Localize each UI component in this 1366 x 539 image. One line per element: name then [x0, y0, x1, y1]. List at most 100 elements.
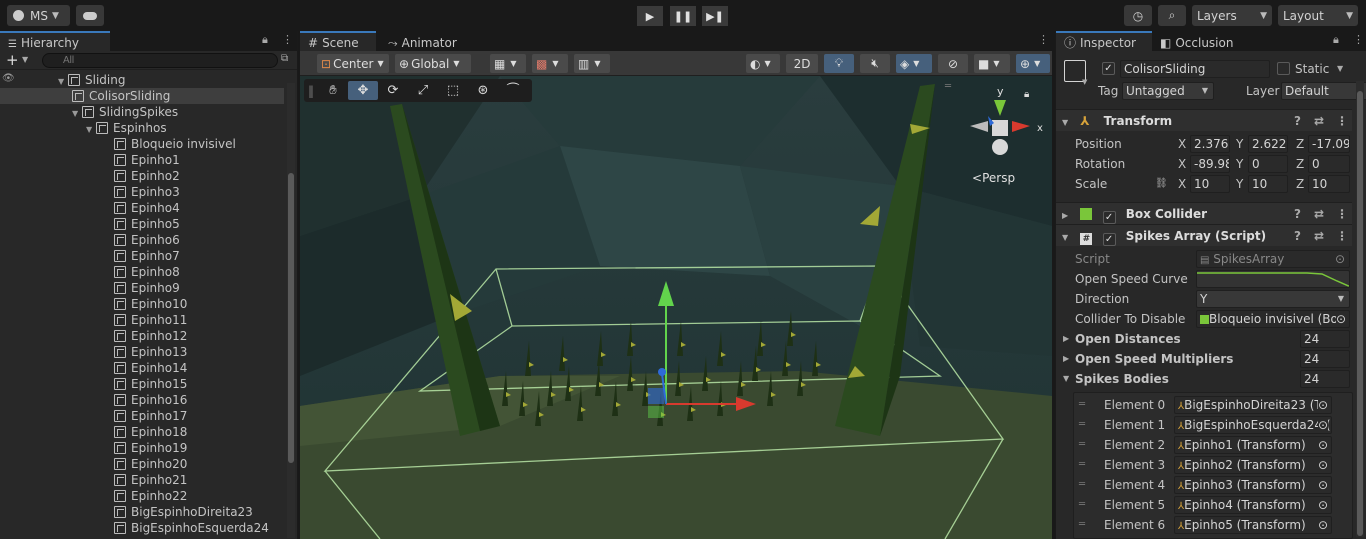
hierarchy-item[interactable]: Epinho6	[0, 232, 284, 248]
shading-dropdown[interactable]: ◐ ▼	[746, 54, 780, 73]
hierarchy-item[interactable]: Epinho2	[0, 168, 284, 184]
spikes-array-enabled-checkbox[interactable]: ✓	[1102, 233, 1116, 246]
box-collider-header[interactable]: ▶ ✓ Box Collider ? ⇄ ⋮	[1056, 202, 1352, 224]
lock-icon[interactable]: 🔒︎	[262, 33, 268, 47]
element-object-field[interactable]: ⅄BigEspinhoDireita23 (Tr ⊙	[1174, 396, 1332, 414]
grid-visibility-dropdown[interactable]: ▥ ▼	[574, 54, 610, 73]
spikes-bodies-row[interactable]: ▼ Spikes Bodies 24	[1056, 369, 1352, 389]
visibility-icon[interactable]: 👁︎	[2, 73, 15, 84]
object-picker-icon[interactable]: ⊙	[1317, 417, 1328, 433]
hierarchy-item[interactable]: ColisorSliding	[0, 88, 284, 104]
effects-dropdown[interactable]: ◈ ▼	[896, 54, 932, 73]
preset-icon[interactable]: ⇄	[1314, 225, 1324, 247]
rotation-z-field[interactable]: 0	[1308, 155, 1350, 173]
hierarchy-item[interactable]: Epinho7	[0, 248, 284, 264]
hierarchy-item[interactable]: Epinho17	[0, 408, 284, 424]
step-button[interactable]: ▶❚	[702, 6, 728, 26]
object-picker-icon[interactable]: ⊙	[1317, 437, 1328, 453]
help-icon[interactable]: ?	[1294, 225, 1301, 247]
account-dropdown[interactable]: MS ▼	[7, 5, 70, 26]
open-speed-curve-field[interactable]	[1196, 270, 1350, 288]
object-name-field[interactable]: ColisorSliding	[1120, 60, 1270, 78]
element-object-field[interactable]: ⅄BigEspinhoEsquerda24 (⊙	[1174, 416, 1332, 434]
scale-x-field[interactable]: 10	[1190, 175, 1230, 193]
tab-scene[interactable]: # Scene	[300, 31, 376, 51]
layer-dropdown[interactable]: Default▼	[1281, 82, 1366, 100]
kebab-menu-icon[interactable]: ⋮	[1038, 33, 1049, 46]
hierarchy-search-input[interactable]	[42, 53, 278, 68]
hierarchy-item[interactable]: Epinho8	[0, 264, 284, 280]
lighting-toggle[interactable]: 💡︎	[824, 54, 854, 73]
help-icon[interactable]: ?	[1294, 110, 1301, 132]
tab-animator[interactable]: ⤳ Animator	[380, 31, 470, 51]
reorder-handle-icon[interactable]: ═	[1079, 395, 1085, 415]
history-button[interactable]: ◷	[1124, 5, 1152, 26]
layout-dropdown[interactable]: Layout ▼	[1278, 5, 1358, 26]
kebab-menu-icon[interactable]: ═	[945, 81, 951, 92]
position-z-field[interactable]: -17.09	[1308, 135, 1350, 153]
element-object-field[interactable]: ⅄Epinho2 (Transform) ⊙	[1174, 456, 1332, 474]
element-object-field[interactable]: ⅄Epinho5 (Transform) ⊙	[1174, 516, 1332, 534]
space-dropdown[interactable]: ⊕ Global ▼	[395, 54, 471, 73]
drag-handle[interactable]: ‖	[308, 84, 314, 98]
tab-inspector[interactable]: ⓘ Inspector	[1056, 31, 1152, 51]
lock-icon[interactable]: 🔒︎	[1333, 33, 1339, 47]
hierarchy-item[interactable]: ▼ SlidingSpikes	[0, 104, 284, 120]
perspective-toggle[interactable]: <Persp	[972, 171, 1015, 185]
rotation-y-field[interactable]: 0	[1248, 155, 1288, 173]
kebab-menu-icon[interactable]: ⋮	[1353, 33, 1364, 46]
open-speed-multipliers-row[interactable]: ▶ Open Speed Multipliers 24	[1056, 349, 1352, 369]
tab-occlusion[interactable]: ◧ Occlusion	[1152, 31, 1252, 51]
hierarchy-scrollbar[interactable]	[287, 83, 295, 538]
move-tool-button[interactable]: ✥	[348, 81, 378, 100]
hierarchy-item[interactable]: Epinho18	[0, 424, 284, 440]
open-distances-size-field[interactable]: 24	[1300, 330, 1350, 348]
hierarchy-item[interactable]: Epinho16	[0, 392, 284, 408]
element-object-field[interactable]: ⅄Epinho4 (Transform) ⊙	[1174, 496, 1332, 514]
reorder-handle-icon[interactable]: ═	[1079, 435, 1085, 455]
static-checkbox[interactable]	[1277, 62, 1290, 75]
gizmos-dropdown[interactable]: ⊕ ▼	[1016, 54, 1050, 73]
hierarchy-item[interactable]: Epinho9	[0, 280, 284, 296]
toggle-2d-button[interactable]: 2D	[786, 54, 818, 73]
rect-tool-button[interactable]: ⬚	[438, 81, 468, 100]
hierarchy-item[interactable]: Epinho22	[0, 488, 284, 504]
object-picker-icon[interactable]: ⊙	[1335, 311, 1346, 327]
pivot-dropdown[interactable]: ⊡ Center ▼	[317, 54, 389, 73]
inspector-scrollbar[interactable]	[1356, 81, 1364, 537]
rotate-tool-button[interactable]: ⟳	[378, 81, 408, 100]
hierarchy-item[interactable]: Epinho3	[0, 184, 284, 200]
hierarchy-item[interactable]: Epinho1	[0, 152, 284, 168]
hierarchy-item[interactable]: BigEspinhoEsquerda24	[0, 520, 284, 536]
object-picker-icon[interactable]: ⊙	[1317, 517, 1328, 533]
layers-dropdown[interactable]: Layers ▼	[1192, 5, 1272, 26]
open-distances-row[interactable]: ▶ Open Distances 24	[1056, 329, 1352, 349]
transform-header[interactable]: ▼ ⅄ Transform ? ⇄ ⋮	[1056, 109, 1352, 131]
scale-y-field[interactable]: 10	[1248, 175, 1288, 193]
scale-tool-button[interactable]: ⤢	[408, 81, 438, 100]
custom-tool-button[interactable]: ⏜	[498, 81, 528, 100]
chevron-down-icon[interactable]: ▼	[1337, 64, 1343, 73]
element-object-field[interactable]: ⅄Epinho3 (Transform) ⊙	[1174, 476, 1332, 494]
tab-hierarchy[interactable]: ☰ Hierarchy	[0, 31, 110, 51]
rotation-x-field[interactable]: -89.98	[1190, 155, 1230, 173]
hierarchy-item[interactable]: Epinho19	[0, 440, 284, 456]
object-picker-icon[interactable]: ⊙	[1317, 477, 1328, 493]
preset-icon[interactable]: ⇄	[1314, 203, 1324, 225]
link-icon[interactable]: ⛓︎	[1155, 174, 1168, 194]
hierarchy-item[interactable]: Epinho5	[0, 216, 284, 232]
hierarchy-item[interactable]: BigEspinhoDireita23	[0, 504, 284, 520]
scene-viewport[interactable]: y x ‖ ✋︎ ✥ ⟳ ⤢ ⬚ ⊛ ⏜ 🔒︎ ═ <Persp	[300, 76, 1052, 539]
scrollbar-thumb[interactable]	[1357, 91, 1363, 536]
chevron-down-icon[interactable]: ▼	[22, 55, 28, 64]
object-picker-icon[interactable]: ⊙	[1317, 457, 1328, 473]
hierarchy-item[interactable]: Bloqueio invisivel	[0, 136, 284, 152]
position-x-field[interactable]: 2.3763	[1190, 135, 1230, 153]
hierarchy-item[interactable]: Epinho21	[0, 472, 284, 488]
hierarchy-item[interactable]: Epinho15	[0, 376, 284, 392]
hierarchy-item[interactable]: Epinho12	[0, 328, 284, 344]
direction-dropdown[interactable]: Y ▼	[1196, 290, 1350, 308]
hand-tool-button[interactable]: ✋︎	[318, 81, 348, 100]
kebab-menu-icon[interactable]: ⋮	[1336, 110, 1348, 132]
cloud-button[interactable]	[76, 5, 104, 26]
